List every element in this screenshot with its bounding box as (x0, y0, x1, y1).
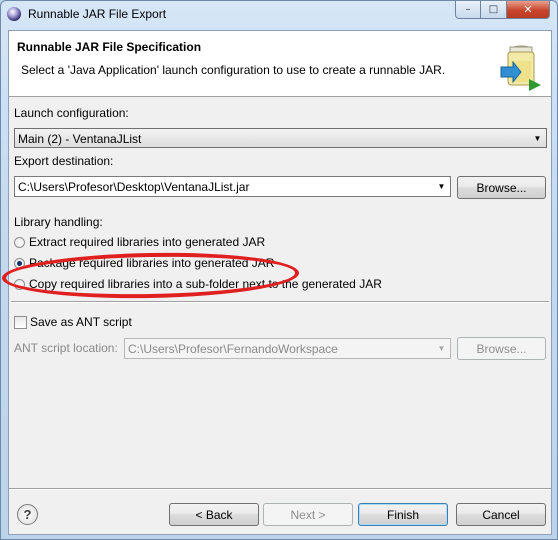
page-title: Runnable JAR File Specification (17, 40, 202, 54)
window-controls: – □ ✕ (455, 1, 550, 19)
launch-config-value: Main (2) - VentanaJList (18, 132, 142, 146)
ant-location-field: C:\Users\Profesor\FernandoWorkspace ▼ (124, 338, 451, 359)
dropdown-arrow-icon: ▼ (533, 133, 542, 143)
radio-button[interactable] (14, 278, 25, 290)
dialog-window: Runnable JAR File Export – □ ✕ Runnable … (0, 0, 558, 540)
maximize-button[interactable]: □ (481, 1, 507, 19)
close-button[interactable]: ✕ (507, 1, 550, 19)
ant-location-value: C:\Users\Profesor\FernandoWorkspace (128, 342, 338, 356)
radio-button-selected[interactable] (14, 257, 25, 269)
library-handling-label: Library handling: (14, 215, 103, 229)
dropdown-arrow-icon[interactable]: ▼ (433, 177, 450, 196)
next-button: Next > (263, 503, 353, 526)
radio-label: Package required libraries into generate… (29, 256, 275, 270)
page-description: Select a 'Java Application' launch confi… (21, 63, 446, 77)
radio-label: Copy required libraries into a sub-folde… (29, 277, 382, 291)
dialog-client-area: Runnable JAR File Specification Select a… (1, 30, 552, 535)
ant-location-label: ANT script location: (14, 341, 118, 355)
ant-browse-button: Browse... (457, 337, 546, 360)
radio-label: Extract required libraries into generate… (29, 235, 266, 249)
radio-package-libraries[interactable]: Package required libraries into generate… (14, 255, 274, 271)
export-destination-field[interactable]: C:\Users\Profesor\Desktop\VentanaJList.j… (14, 176, 451, 197)
radio-extract-libraries[interactable]: Extract required libraries into generate… (14, 234, 265, 250)
eclipse-icon (7, 7, 21, 21)
footer-divider (9, 488, 551, 490)
title-bar[interactable]: Runnable JAR File Export – □ ✕ (1, 1, 557, 29)
save-ant-checkbox[interactable] (14, 316, 27, 329)
section-divider (11, 301, 549, 303)
back-button[interactable]: < Back (169, 503, 259, 526)
window-title: Runnable JAR File Export (28, 7, 167, 21)
cancel-button[interactable]: Cancel (456, 503, 546, 526)
radio-copy-libraries[interactable]: Copy required libraries into a sub-folde… (14, 276, 382, 292)
minimize-button[interactable]: – (455, 1, 481, 19)
wizard-header: Runnable JAR File Specification Select a… (9, 31, 551, 97)
export-destination-label: Export destination: (14, 154, 114, 168)
help-icon[interactable]: ? (17, 504, 38, 525)
save-ant-label[interactable]: Save as ANT script (30, 315, 132, 329)
jar-export-icon (500, 45, 541, 91)
finish-button[interactable]: Finish (358, 503, 448, 526)
launch-config-label: Launch configuration: (14, 106, 129, 120)
export-browse-button[interactable]: Browse... (457, 176, 546, 199)
export-destination-value: C:\Users\Profesor\Desktop\VentanaJList.j… (18, 180, 250, 194)
dropdown-arrow-icon: ▼ (437, 344, 446, 353)
launch-config-select[interactable]: Main (2) - VentanaJList ▼ (14, 128, 547, 148)
radio-button[interactable] (14, 236, 25, 248)
